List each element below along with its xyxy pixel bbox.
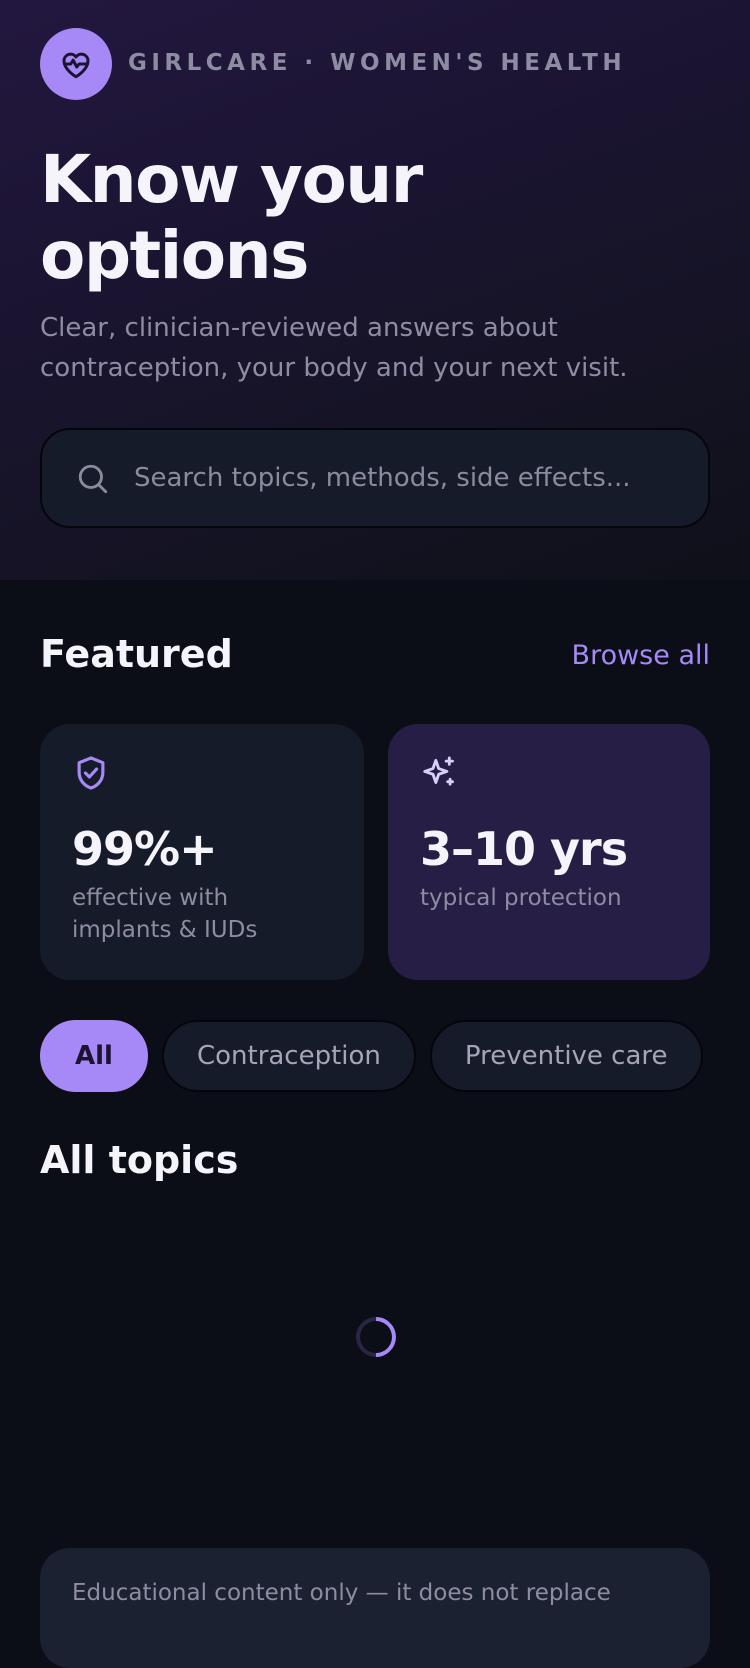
- chip-preventive-care[interactable]: Preventive care: [429, 1020, 703, 1092]
- brand-name: GIRLCARE · WOMEN'S HEALTH: [128, 50, 627, 76]
- featured-card-label: typical protection: [420, 885, 622, 911]
- heart-pulse-icon: [62, 52, 90, 79]
- topic-filter-chips[interactable]: All Contraception Preventive care: [40, 1020, 710, 1092]
- sparkles-icon: [423, 756, 454, 786]
- all-topics-title: All topics: [40, 1138, 239, 1182]
- featured-card-effectiveness[interactable]: 99%+ effective with implants & IUDs: [40, 724, 364, 980]
- chip-all[interactable]: All: [40, 1020, 148, 1092]
- loading-spinner: [347, 1308, 405, 1366]
- featured-card-value: 99%+: [72, 822, 218, 876]
- search-input[interactable]: [134, 450, 694, 506]
- featured-card-label: effective with implants & IUDs: [72, 885, 258, 943]
- featured-title: Featured: [40, 632, 233, 676]
- search-bar[interactable]: [40, 428, 710, 528]
- disclaimer-text: Educational content only — it does not r…: [72, 1580, 611, 1606]
- chip-contraception[interactable]: Contraception: [161, 1020, 416, 1092]
- browse-all-link[interactable]: Browse all: [572, 640, 710, 671]
- search-icon: [78, 464, 108, 494]
- shield-check-icon: [77, 756, 105, 790]
- page-subtitle: Clear, clinician-reviewed answers about …: [40, 313, 628, 383]
- disclaimer-card: Educational content only — it does not r…: [40, 1548, 710, 1668]
- brand-logo: [40, 28, 112, 100]
- featured-card-value: 3–10 yrs: [420, 822, 628, 876]
- featured-card-protection[interactable]: 3–10 yrs typical protection: [388, 724, 710, 980]
- page-title: Know your options: [40, 141, 423, 294]
- hero-section: GIRLCARE · WOMEN'S HEALTH Know your opti…: [0, 0, 750, 580]
